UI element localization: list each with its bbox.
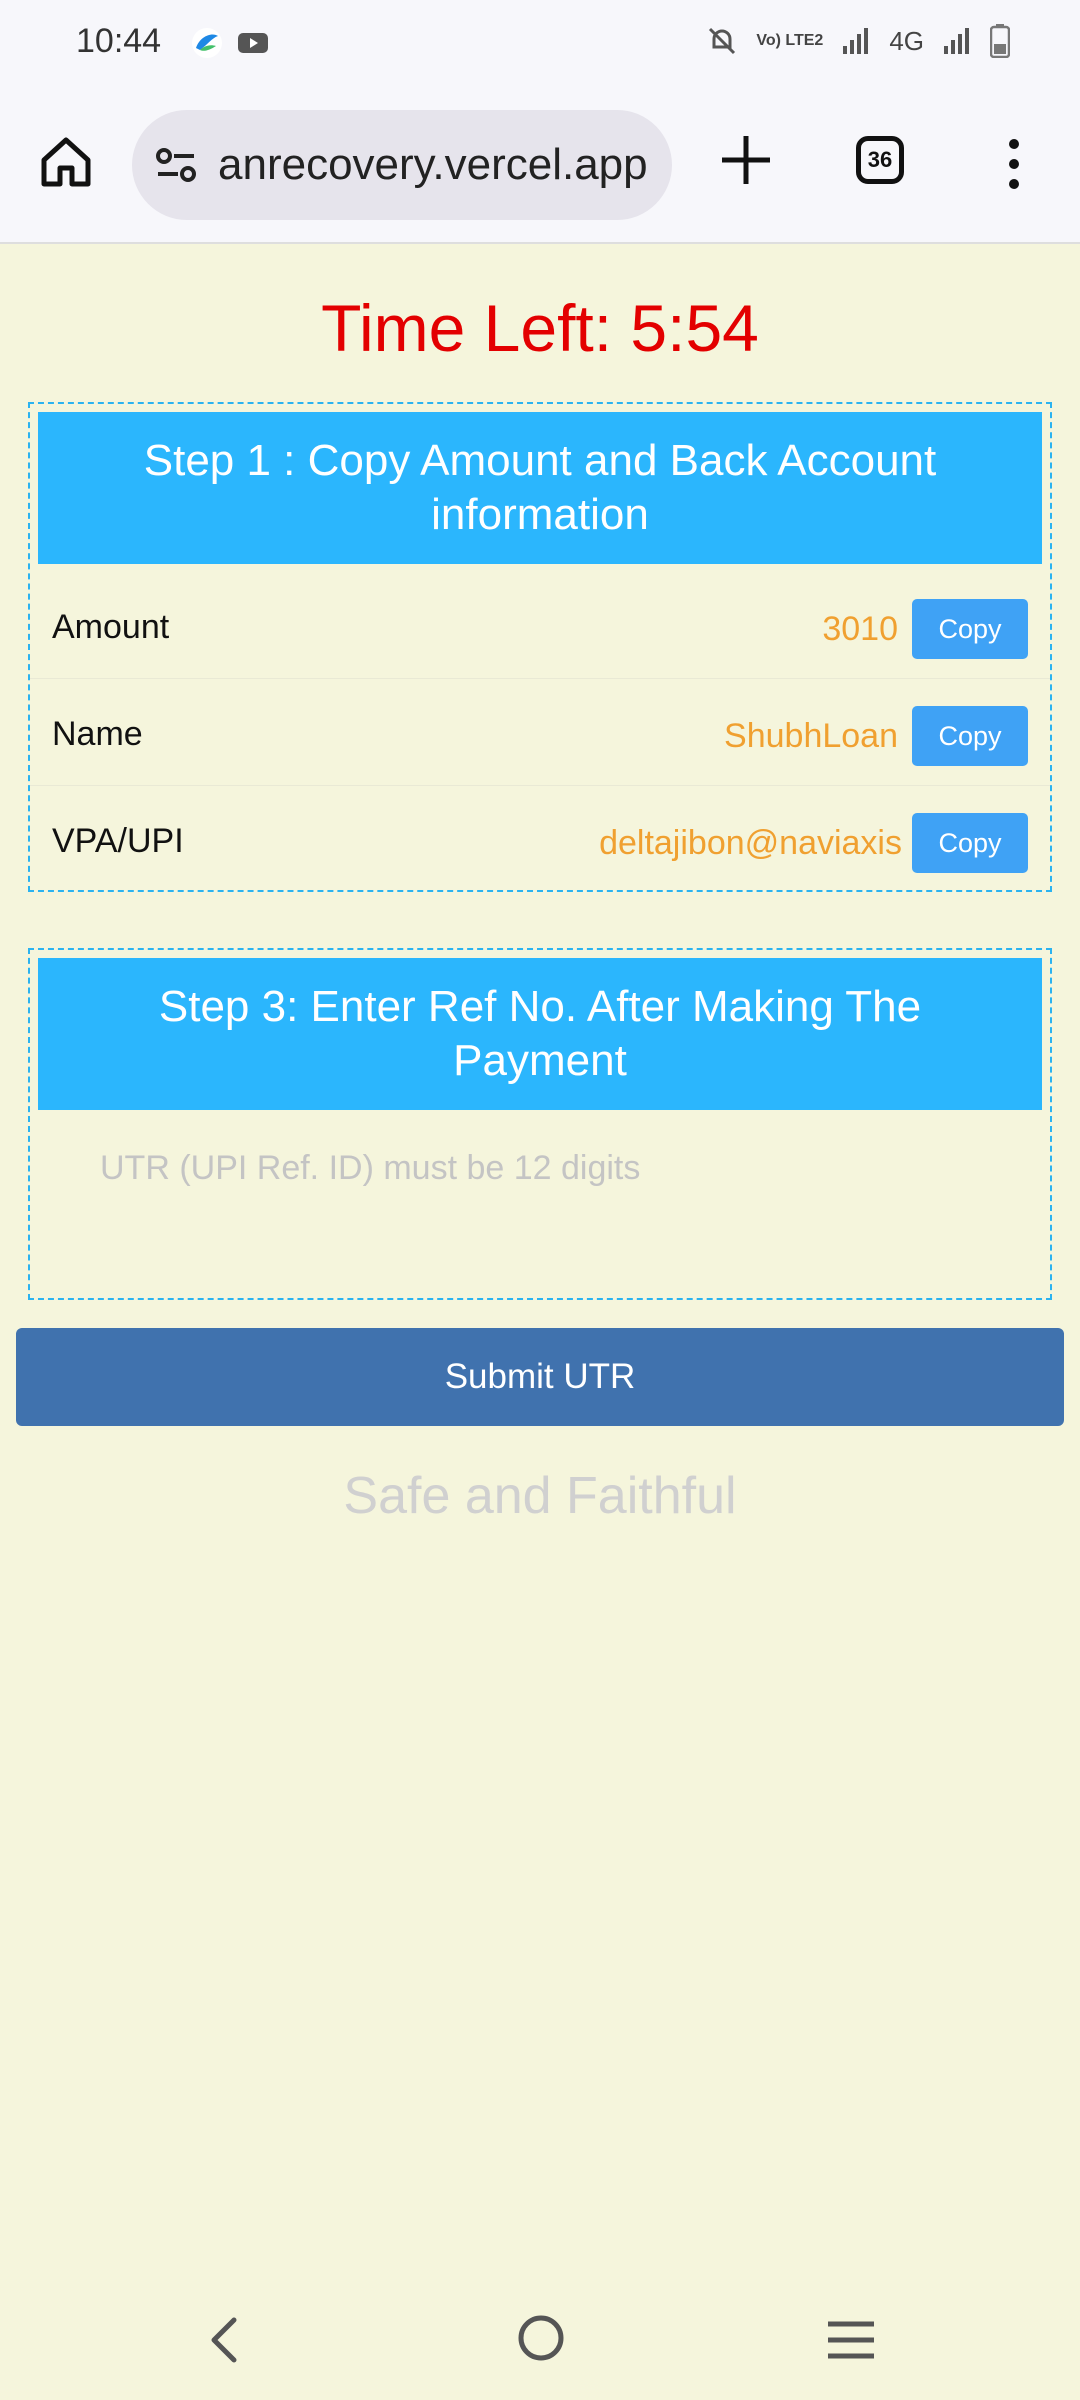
copy-upi-button[interactable]: Copy [912,813,1028,873]
mute-icon [709,27,736,55]
status-time: 10:44 [76,22,162,60]
tabs-icon[interactable]: 36 [856,136,904,184]
status-icons: Vo) LTE2 4G [706,24,1010,58]
signal-icon-2 [944,28,969,54]
system-nav-bar [0,2290,1080,2400]
vpn-bird-icon [192,28,222,58]
countdown-timer: Time Left: 5:54 [321,291,759,365]
home-icon[interactable] [38,134,94,190]
browser-toolbar: anrecovery.vercel.app 36 [0,92,1080,244]
name-row: Name ShubhLoan Copy [30,679,1050,786]
step3-title: Step 3: Enter Ref No. After Making The P… [38,958,1042,1110]
home-circle-icon[interactable] [516,2310,566,2366]
amount-value: 3010 [822,610,898,648]
upi-label: VPA/UPI [52,822,184,860]
footer-tagline: Safe and Faithful [343,1467,737,1525]
copy-amount-button[interactable]: Copy [912,599,1028,659]
volte-label: Vo) LTE2 [756,32,824,49]
back-icon[interactable] [200,2312,250,2368]
upi-value: deltajibon@naviaxis [599,824,902,862]
plus-icon[interactable] [716,130,776,190]
utr-input[interactable] [70,1126,1010,1210]
more-icon[interactable] [994,136,1034,192]
step1-title: Step 1 : Copy Amount and Back Account in… [38,412,1042,564]
youtube-icon [238,33,268,53]
signal-icon [843,28,869,54]
amount-row: Amount 3010 Copy [30,572,1050,679]
copy-name-button[interactable]: Copy [912,706,1028,766]
name-value: ShubhLoan [724,717,898,755]
url-text[interactable]: anrecovery.vercel.app [218,140,654,190]
network-label: 4G [889,25,924,56]
status-bar: 10:44 Vo) LTE2 4G [0,0,1080,92]
battery-icon [990,24,1010,58]
amount-label: Amount [52,608,170,646]
upi-row: VPA/UPI deltajibon@naviaxis Copy [30,786,1050,892]
site-settings-icon[interactable] [154,146,198,186]
recents-icon[interactable] [826,2318,876,2362]
step1-panel: Step 1 : Copy Amount and Back Account in… [28,402,1052,892]
address-bar[interactable]: anrecovery.vercel.app [132,110,672,220]
step3-panel: Step 3: Enter Ref No. After Making The P… [28,948,1052,1300]
submit-utr-button[interactable]: Submit UTR [16,1328,1064,1426]
name-label: Name [52,715,143,753]
